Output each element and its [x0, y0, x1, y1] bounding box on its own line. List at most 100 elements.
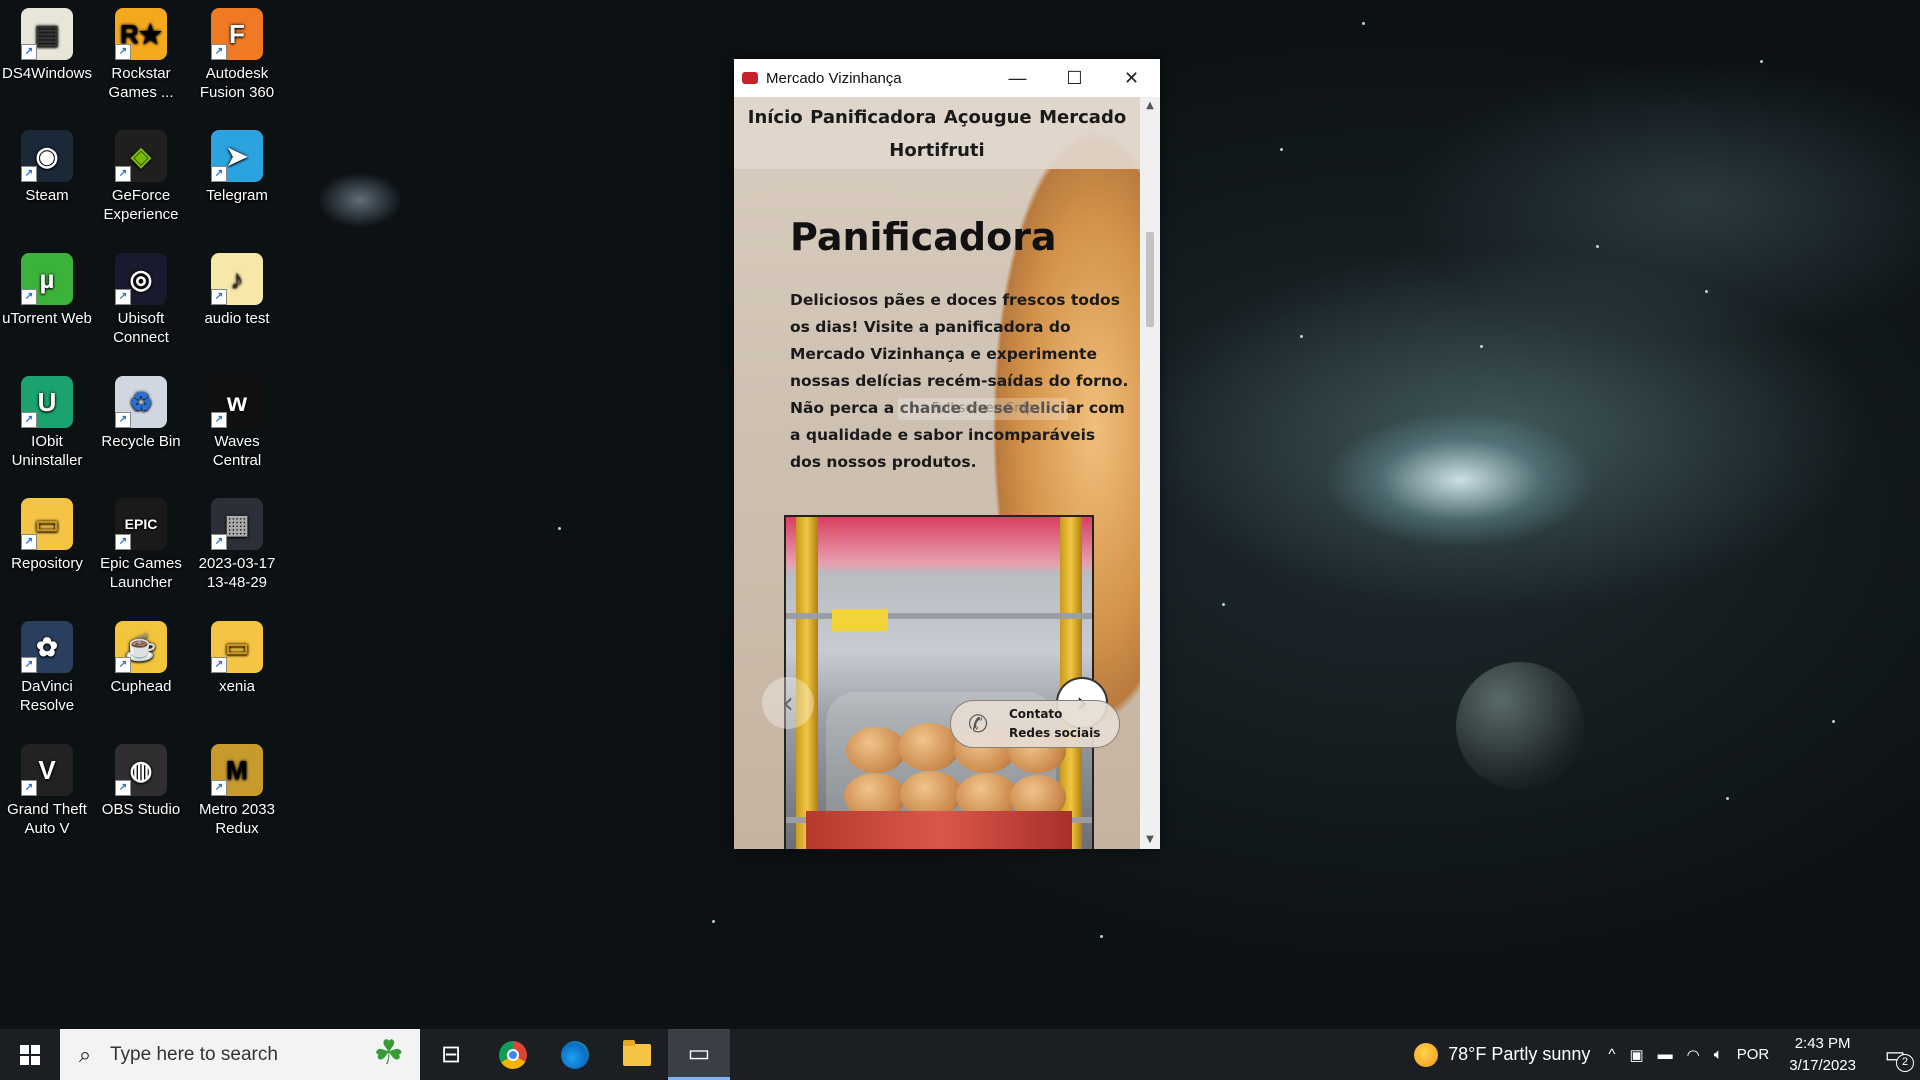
minimize-button[interactable]: — [989, 59, 1046, 97]
edge-icon [561, 1040, 589, 1069]
task-view-button[interactable]: ⊟ [420, 1029, 482, 1080]
desktop-icon-ubisoft-connect[interactable]: ◎ ↗ Ubisoft Connect [94, 253, 188, 347]
desktop-icon-label: IObit Uninstaller [11, 433, 83, 469]
taskbar-search[interactable]: ⌕ Type here to search ☘ [60, 1029, 420, 1080]
shortcut-arrow-icon: ↗ [115, 289, 131, 305]
app-icon: ◈ ↗ [115, 130, 167, 182]
app-icon: R★ ↗ [115, 8, 167, 60]
social-label: Redes sociais [1009, 726, 1101, 740]
nav-mercado[interactable]: Mercado [1039, 107, 1126, 128]
shortcut-arrow-icon: ↗ [211, 166, 227, 182]
app-taskbar-button[interactable]: ▭ [668, 1029, 730, 1080]
volume-icon[interactable]: 🔈︎ [1714, 1046, 1723, 1063]
desktop-icon-telegram[interactable]: ➤ ↗ Telegram [190, 130, 284, 205]
maximize-button[interactable]: ☐ [1046, 59, 1103, 97]
clock[interactable]: 2:43 PM 3/17/2023 [1789, 1033, 1856, 1077]
desktop-icon-label: OBS Studio [101, 801, 181, 818]
nav-acougue[interactable]: Açougue [944, 107, 1032, 128]
shortcut-arrow-icon: ↗ [211, 657, 227, 673]
desktop-icon-label: audio test [204, 310, 270, 327]
nav-panificadora[interactable]: Panificadora [810, 107, 936, 128]
desktop-icon-waves-central[interactable]: ᴡ ↗ Waves Central [190, 376, 284, 470]
desktop-icon-label: Autodesk Fusion 360 [199, 65, 275, 101]
app-icon: EPIC ↗ [115, 498, 167, 550]
shortcut-arrow-icon: ↗ [211, 44, 227, 60]
app-icon: ᴡ ↗ [211, 376, 263, 428]
language-indicator[interactable]: POR [1737, 1046, 1770, 1063]
desktop-icon-metro-2033-redux[interactable]: M ↗ Metro 2033 Redux [190, 744, 284, 838]
folder-icon [623, 1039, 651, 1066]
app-icon: ♪ ↗ [211, 253, 263, 305]
shortcut-arrow-icon: ↗ [211, 289, 227, 305]
app-icon [742, 72, 758, 84]
desktop-icon-label: Grand Theft Auto V [7, 801, 87, 837]
shortcut-arrow-icon: ↗ [115, 780, 131, 796]
desktop-icon-2023-03-17-13-48-29[interactable]: ▦ ↗ 2023-03-17 13-48-29 [190, 498, 284, 592]
scroll-thumb[interactable] [1146, 232, 1154, 327]
app-window[interactable]: Mercado Vizinhança — ☐ ✕ Início Panifica… [734, 59, 1160, 849]
meet-icon[interactable]: ▣ [1629, 1046, 1643, 1064]
chrome-taskbar-button[interactable] [482, 1029, 544, 1080]
desktop-icon-davinci-resolve[interactable]: ✿ ↗ DaVinci Resolve [0, 621, 94, 715]
contact-button[interactable]: ✆ Contato Redes sociais [950, 700, 1120, 748]
desktop-icon-label: Metro 2033 Redux [199, 801, 275, 837]
weather-icon[interactable] [1414, 1042, 1439, 1067]
desktop-icon-autodesk-fusion-360[interactable]: F ↗ Autodesk Fusion 360 [190, 8, 284, 102]
shortcut-arrow-icon: ↗ [21, 780, 37, 796]
shortcut-arrow-icon: ↗ [115, 44, 131, 60]
desktop-icon-label: Ubisoft Connect [113, 310, 169, 346]
scrollbar[interactable]: ▲ ▼ [1140, 97, 1160, 849]
desktop-icon-label: DaVinci Resolve [19, 678, 75, 714]
carousel-prev-button[interactable]: ‹ [762, 677, 814, 729]
desktop-icon-label: Waves Central [212, 433, 262, 469]
window-titlebar[interactable]: Mercado Vizinhança — ☐ ✕ [734, 59, 1160, 97]
app-icon: ✿ ↗ [21, 621, 73, 673]
desktop-icon-recycle-bin[interactable]: ♻ ↗ Recycle Bin [94, 376, 188, 451]
desktop-icon-audio-test[interactable]: ♪ ↗ audio test [190, 253, 284, 328]
file-explorer-taskbar-button[interactable] [606, 1029, 668, 1080]
shortcut-arrow-icon: ↗ [115, 534, 131, 550]
desktop-icon-geforce-experience[interactable]: ◈ ↗ GeForce Experience [94, 130, 188, 224]
shortcut-arrow-icon: ↗ [21, 657, 37, 673]
scroll-up-arrow-icon[interactable]: ▲ [1140, 97, 1160, 115]
desktop-icon-epic-games-launcher[interactable]: EPIC ↗ Epic Games Launcher [94, 498, 188, 592]
close-button[interactable]: ✕ [1103, 59, 1160, 97]
battery-icon[interactable]: ▬ [1658, 1046, 1673, 1063]
nav-inicio[interactable]: Início [748, 107, 803, 128]
wifi-icon[interactable]: ◠ [1687, 1046, 1700, 1064]
taskbar: ⌕ Type here to search ☘ ⊟ ▭ 78°F Partly … [0, 1029, 1920, 1080]
shortcut-arrow-icon: ↗ [21, 412, 37, 428]
desktop-icon-label: Telegram [206, 187, 268, 204]
desktop-icon-xenia[interactable]: ▭ ↗ xenia [190, 621, 284, 696]
shortcut-arrow-icon: ↗ [211, 534, 227, 550]
notification-center-button[interactable]: ▭ 2 [1870, 1042, 1920, 1072]
app-icon: ▦ ↗ [211, 498, 263, 550]
desktop-icon-label: Recycle Bin [101, 433, 181, 450]
start-button[interactable] [0, 1029, 60, 1080]
weather-text[interactable]: 78°F Partly sunny [1448, 1044, 1590, 1065]
edge-taskbar-button[interactable] [544, 1029, 606, 1080]
desktop-icon-label: Rockstar Games ... [108, 65, 174, 101]
bread-roll [846, 727, 906, 773]
desktop-icon-steam[interactable]: ◉ ↗ Steam [0, 130, 94, 205]
desktop-icon-iobit-uninstaller[interactable]: U ↗ IObit Uninstaller [0, 376, 94, 470]
desktop-icon-utorrent-web[interactable]: µ ↗ uTorrent Web [0, 253, 94, 328]
chevron-up-icon[interactable]: ^ [1608, 1046, 1615, 1063]
desktop-icon-repository[interactable]: ▭ ↗ Repository [0, 498, 94, 573]
nav-hortifruti[interactable]: Hortifruti [889, 140, 984, 161]
desktop-icon-rockstar-games[interactable]: R★ ↗ Rockstar Games ... [94, 8, 188, 102]
scroll-down-arrow-icon[interactable]: ▼ [1140, 831, 1160, 849]
desktop-icon-cuphead[interactable]: ☕ ↗ Cuphead [94, 621, 188, 696]
app-icon: ▭ ↗ [211, 621, 263, 673]
shortcut-arrow-icon: ↗ [21, 534, 37, 550]
snip-overlay-label: Full-screen Snip [898, 398, 1068, 420]
desktop-icon-label: DS4Windows [1, 65, 93, 82]
desktop-icon-label: GeForce Experience [103, 187, 179, 223]
app-icon: ➤ ↗ [211, 130, 263, 182]
desktop-icon-ds4windows[interactable]: ▤ ↗ DS4Windows [0, 8, 94, 83]
chrome-icon [499, 1040, 527, 1069]
page-description: Deliciosos pães e doces frescos todos os… [790, 291, 1129, 471]
desktop-icon-obs-studio[interactable]: ◍ ↗ OBS Studio [94, 744, 188, 819]
desktop-icon-grand-theft-auto-v[interactable]: V ↗ Grand Theft Auto V [0, 744, 94, 838]
clock-time: 2:43 PM [1794, 1034, 1851, 1052]
